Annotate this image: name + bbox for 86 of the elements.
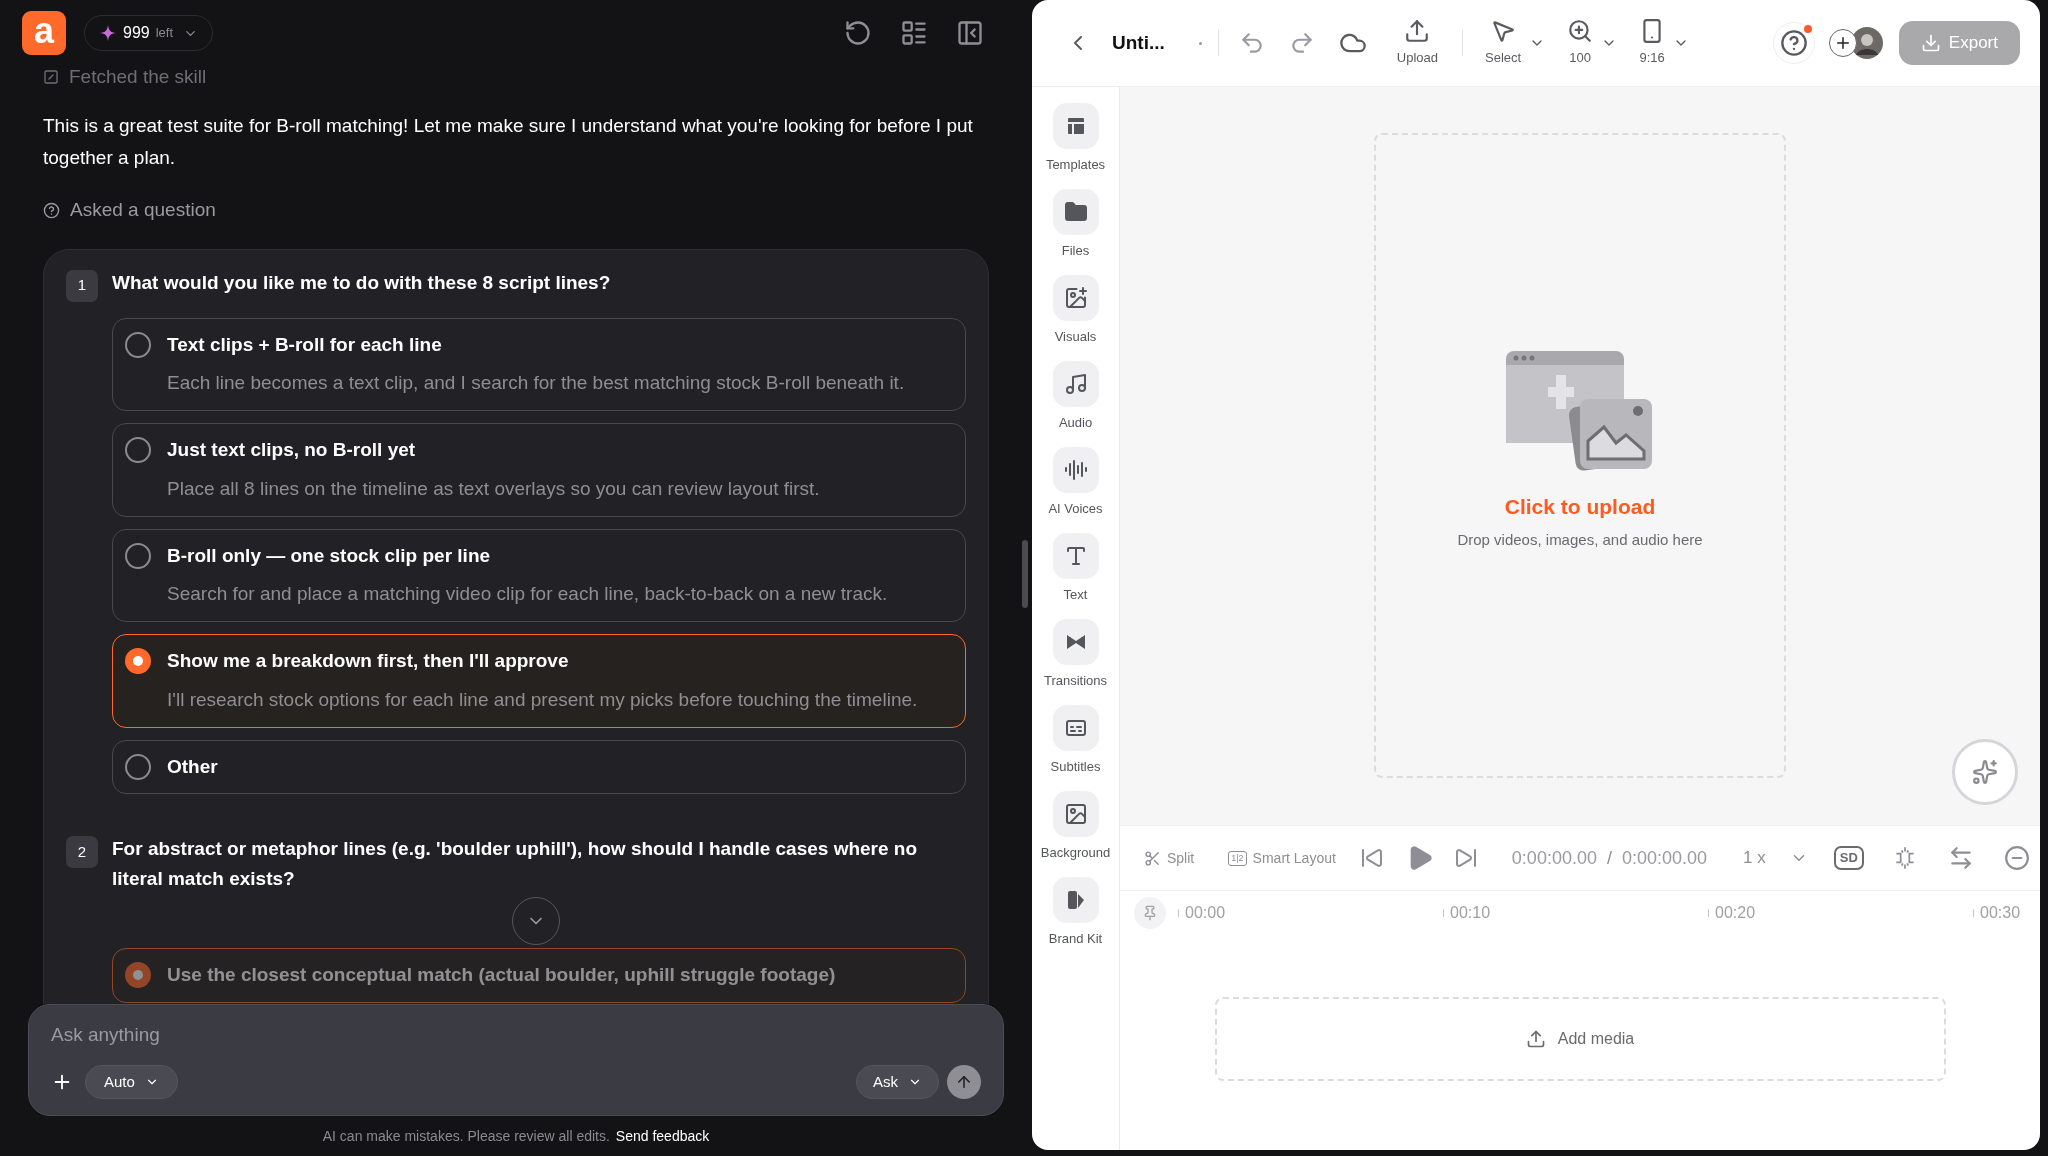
sidebar-item[interactable]: Templates — [1032, 103, 1119, 189]
sidebar-item[interactable]: Background — [1032, 791, 1119, 877]
image-icon — [1063, 802, 1088, 826]
sparkle-icon — [99, 24, 117, 42]
project-title[interactable]: Unti... — [1112, 28, 1165, 58]
upload-dropzone[interactable]: Click to upload Drop videos, images, and audio here — [1374, 133, 1786, 778]
time-tick: 00:20 — [1715, 903, 1756, 923]
sparkle-icon — [1972, 759, 1998, 785]
radio-button[interactable] — [125, 437, 151, 464]
answer-option[interactable]: Show me a breakdown first, then I'll approve I'll research stock options for each line and present my picks before touching the timeline. — [112, 634, 966, 728]
time-tick: 00:30 — [1980, 903, 2021, 923]
sound-wave-icon — [1063, 458, 1088, 482]
answer-option[interactable]: Other — [112, 739, 966, 794]
action-dropdown[interactable]: Ask — [856, 1065, 939, 1099]
next-icon[interactable] — [1453, 846, 1478, 870]
option-title: Show me a breakdown first, then I'll approve — [167, 649, 569, 673]
logo-letter: a — [34, 13, 54, 49]
toolbar-button[interactable]: Select — [1481, 18, 1526, 68]
question-text: What would you like me to do with these 8 script lines? — [112, 270, 611, 295]
question-number: 2 — [66, 836, 98, 868]
folder-icon — [1063, 200, 1088, 224]
collapse-panel-icon[interactable] — [956, 19, 984, 47]
option-description: I'll research stock options for each line and present my picks before touching the timeline. — [167, 687, 919, 712]
radio-button[interactable] — [125, 542, 151, 569]
radio-button[interactable] — [125, 331, 151, 358]
option-description: Place all 8 lines on the timeline as text overlays so you can review layout first. — [167, 476, 821, 501]
option-description: Each line becomes a text clip, and I search for the best matching stock B-roll beneath it. — [167, 371, 906, 395]
sidebar-item[interactable]: Text — [1032, 533, 1119, 619]
current-time: 0:00:00.00 — [1511, 846, 1597, 870]
sidebar-item[interactable]: Files — [1032, 189, 1119, 275]
answer-option[interactable]: B-roll only — one stock clip per line Search for and place a matching video clip for each line, back-to-back on a new track. — [112, 528, 966, 622]
activity-text: Fetched the skill — [69, 66, 207, 89]
total-time: 0:00:00.00 — [1621, 846, 1708, 870]
music-icon — [1063, 372, 1088, 396]
option-title: Use the closest conceptual match (actual boulder, uphill struggle footage) — [167, 963, 836, 987]
send-button[interactable] — [947, 1065, 981, 1099]
option-title: Other — [167, 754, 218, 779]
invite-button[interactable] — [1828, 29, 1857, 57]
time-tick: 00:00 — [1185, 903, 1226, 923]
sidebar-item[interactable]: Audio — [1032, 361, 1119, 447]
option-title: B-roll only — one stock clip per line — [167, 543, 491, 568]
layout-badge: 1|2 — [1228, 850, 1247, 866]
option-description: Search for and place a matching video clip for each line, back-to-back on a new track. — [167, 582, 889, 606]
download-icon — [1920, 33, 1941, 53]
sidebar-item[interactable]: Visuals — [1032, 275, 1119, 361]
scrollbar-thumb[interactable] — [1022, 540, 1028, 608]
upload-hint: Drop videos, images, and audio here — [1457, 529, 1703, 550]
quality-button[interactable]: SD — [1833, 846, 1864, 870]
sidebar-item[interactable]: Brand Kit — [1032, 877, 1119, 963]
scissors-icon — [1144, 849, 1161, 867]
question-text: For abstract or metaphor lines (e.g. 'boulder uphill'), how should I handle cases where no literal match exists? — [112, 837, 919, 891]
time-separator: / — [1606, 846, 1612, 870]
toolbar-button[interactable]: 100 — [1563, 18, 1598, 68]
question-icon — [43, 201, 60, 219]
zoom-icon — [1567, 18, 1594, 45]
answer-option[interactable]: Text clips + B-roll for each line Each line becomes a text clip, and I search for the best matching stock B-roll beneath it. — [112, 317, 966, 411]
message-field[interactable]: Ask anything Auto Ask — [28, 1004, 1004, 1116]
sidebar-item[interactable]: AI Voices — [1032, 447, 1119, 533]
activity-text: Asked a question — [70, 198, 216, 222]
upload-icon — [1525, 1029, 1546, 1049]
toolbar-button[interactable]: 9:16 — [1635, 18, 1670, 68]
zoom-out-icon[interactable] — [2003, 845, 2030, 871]
sidebar-item[interactable]: Subtitles — [1032, 705, 1119, 791]
refresh-icon[interactable] — [844, 19, 872, 47]
help-icon — [1779, 29, 1808, 57]
previous-icon[interactable] — [1359, 846, 1384, 870]
panel-layout-icon[interactable] — [900, 19, 928, 47]
question-number: 1 — [66, 269, 98, 302]
radio-button[interactable] — [125, 753, 151, 780]
smart-layout-button[interactable]: 1|2 Smart Layout — [1228, 847, 1336, 869]
option-title: Just text clips, no B-roll yet — [167, 438, 416, 462]
mode-dropdown[interactable]: Auto — [85, 1065, 178, 1099]
assistant-message: This is a great test suite for B-roll matching! Let me make sure I understand what you're looking for before I put together a plan. — [43, 114, 974, 170]
toolbar-button[interactable]: Upload — [1392, 18, 1442, 68]
image-plus-icon — [1063, 286, 1088, 310]
skill-icon — [43, 69, 59, 85]
time-tick: 00:10 — [1450, 903, 1491, 923]
radio-button[interactable] — [125, 648, 151, 675]
sidebar-item[interactable]: Transitions — [1032, 619, 1119, 705]
answer-option[interactable]: Just text clips, no B-roll yet Place all 8 lines on the timeline as text overlays so you can review layout first. — [112, 423, 966, 517]
upload-icon — [1404, 18, 1431, 45]
disclaimer-text: AI can make mistakes. Please review all edits. — [322, 1126, 610, 1146]
add-media-button[interactable]: Add media — [1214, 997, 1946, 1081]
option-title: Text clips + B-roll for each line — [167, 332, 442, 357]
feedback-link[interactable]: Send feedback — [615, 1125, 710, 1147]
cursor-icon — [1490, 18, 1517, 45]
